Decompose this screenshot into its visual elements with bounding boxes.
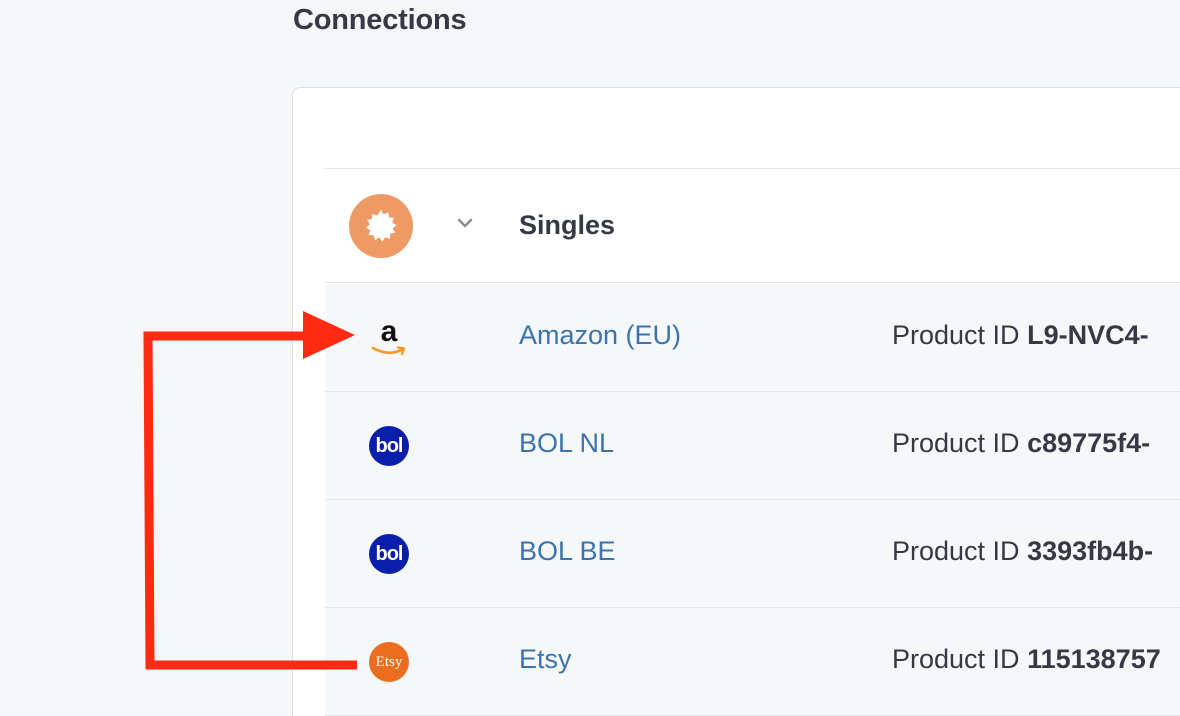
product-id: Product ID L9-NVC4- (892, 320, 1149, 351)
product-id-value: 115138757 (1027, 644, 1161, 674)
etsy-logo-icon: Etsy (369, 642, 409, 682)
amazon-logo-icon: a (369, 317, 409, 358)
product-id: Product ID 3393fb4b- (892, 536, 1153, 567)
product-id: Product ID c89775f4- (892, 428, 1150, 459)
product-id-label: Product ID (892, 536, 1020, 566)
connection-link[interactable]: BOL NL (519, 428, 614, 459)
badge-seal-icon (365, 210, 397, 242)
product-id-label: Product ID (892, 428, 1020, 458)
product-id: Product ID 115138757 (892, 644, 1161, 675)
bol-logo-icon: bol (369, 426, 409, 466)
group-header: Singles (325, 169, 1180, 283)
connection-row-bol-be: bol BOL BE Product ID 3393fb4b- (325, 500, 1180, 608)
connections-card: Singles a Amazon (EU) Product ID L9-NVC4… (292, 87, 1180, 716)
bol-logo-text: bol (369, 426, 409, 466)
chevron-down-icon[interactable] (455, 213, 475, 233)
connection-link[interactable]: Amazon (EU) (519, 320, 681, 351)
product-id-value: 3393fb4b- (1027, 536, 1154, 566)
product-id-label: Product ID (892, 320, 1020, 350)
connection-row-bol-nl: bol BOL NL Product ID c89775f4- (325, 392, 1180, 500)
connection-link[interactable]: BOL BE (519, 536, 616, 567)
bol-logo-icon: bol (369, 534, 409, 574)
group-name: Singles (519, 210, 616, 240)
etsy-logo-text: Etsy (369, 642, 409, 682)
connection-link[interactable]: Etsy (519, 644, 572, 675)
bol-logo-text: bol (369, 534, 409, 574)
connections-page: Connections Singles a Amazon (EU) Produc… (0, 0, 1180, 716)
section-title: Connections (293, 4, 467, 36)
connection-row-etsy: Etsy Etsy Product ID 115138757 (325, 608, 1180, 716)
product-id-value: L9-NVC4- (1027, 320, 1149, 350)
connection-row-amazon: a Amazon (EU) Product ID L9-NVC4- (325, 284, 1180, 392)
product-id-value: c89775f4- (1027, 428, 1151, 458)
product-id-label: Product ID (892, 644, 1020, 674)
group-avatar (349, 194, 413, 258)
